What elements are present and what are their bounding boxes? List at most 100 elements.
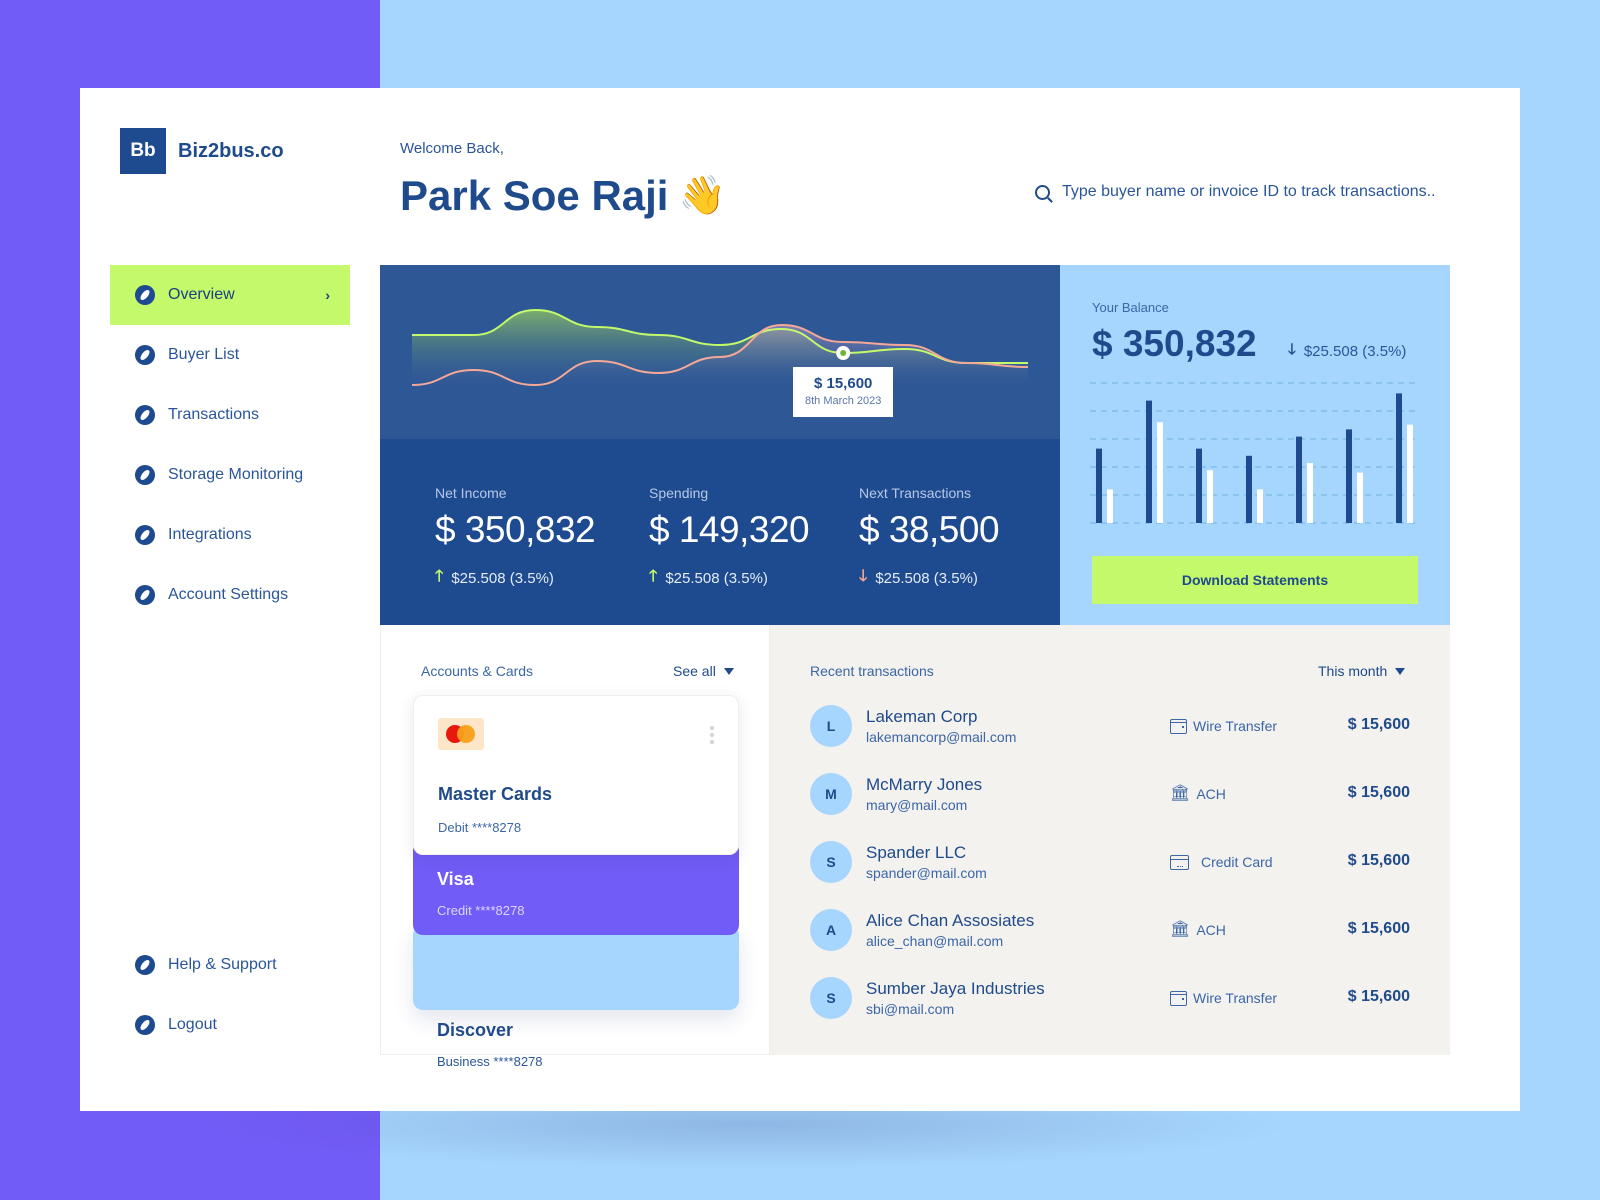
wallet-icon xyxy=(1170,990,1187,1006)
recent-title: Recent transactions xyxy=(810,663,934,679)
period-filter-dropdown[interactable]: This month xyxy=(1318,663,1406,679)
stat-net-income: Net Income $ 350,832 🡑 $25.508 (3.5%) xyxy=(435,485,649,592)
caret-down-icon xyxy=(1395,667,1406,675)
stat-value: $ 350,832 xyxy=(435,509,596,550)
brand-name: Biz2bus.co xyxy=(178,139,284,162)
sidebar-item-buyer-list[interactable]: Buyer List xyxy=(110,325,350,385)
compass-icon xyxy=(135,955,155,975)
brand-logo[interactable]: Bb Biz2bus.co xyxy=(120,128,284,174)
stat-label: Next Transactions xyxy=(859,485,972,501)
arrow-up-icon: 🡑 xyxy=(435,568,444,585)
stats-row: Net Income $ 350,832 🡑 $25.508 (3.5%) Sp… xyxy=(435,485,1059,592)
payment-method-label: ACH xyxy=(1196,922,1226,938)
bank-icon: 🏛 xyxy=(1170,785,1191,802)
see-all-label: See all xyxy=(673,663,716,679)
chevron-right-icon: › xyxy=(325,287,330,303)
highlight-point-center xyxy=(840,350,847,356)
overview-panel: $ 15,600 8th March 2023 Net Income $ 350… xyxy=(380,265,1060,625)
welcome-text: Welcome Back, xyxy=(400,140,504,157)
transaction-row[interactable]: M McMarry Jones mary@mail.com 🏛 ACH $ 15… xyxy=(810,773,1410,841)
payment-method: Wire Transfer xyxy=(1170,990,1277,1006)
bar-light xyxy=(1357,472,1363,523)
buyer-email: lakemancorp@mail.com xyxy=(866,729,1017,745)
overview-chart: $ 15,600 8th March 2023 xyxy=(380,265,1060,439)
payment-method: 🏛 ACH xyxy=(1170,785,1226,803)
sidebar-bottom-nav: Help & Support Logout xyxy=(110,935,350,1055)
compass-icon xyxy=(135,345,155,365)
sidebar-item-overview[interactable]: Overview › xyxy=(110,265,350,325)
stat-change-value: $25.508 (3.5%) xyxy=(665,570,768,587)
caret-down-icon xyxy=(723,667,734,675)
sidebar-item-transactions[interactable]: Transactions xyxy=(110,385,350,445)
sidebar-item-label: Storage Monitoring xyxy=(168,466,304,483)
wallet-icon xyxy=(1170,718,1187,734)
card-number: Credit ****8278 xyxy=(437,903,525,918)
stat-change-value: $25.508 (3.5%) xyxy=(451,570,554,587)
stat-value: $ 149,320 xyxy=(649,509,810,550)
bar-light xyxy=(1207,470,1213,523)
accounts-title: Accounts & Cards xyxy=(421,663,534,679)
payment-method-label: Credit Card xyxy=(1201,854,1273,870)
balance-panel: Your Balance $ 350,832 🡓 $25.508 (3.5%) … xyxy=(1060,265,1450,625)
bar-light xyxy=(1107,489,1113,523)
compass-icon xyxy=(135,585,155,605)
dashboard-window: Bb Biz2bus.co Overview › Buyer List Tran… xyxy=(80,88,1520,1111)
balance-change: 🡓 $25.508 (3.5%) xyxy=(1288,339,1406,364)
accounts-cards-panel: Accounts & Cards See all Discover Busine… xyxy=(380,625,770,1069)
transaction-row[interactable]: S Sumber Jaya Industries sbi@mail.com Wi… xyxy=(810,977,1410,1045)
sidebar-item-label: Account Settings xyxy=(168,586,289,603)
transaction-row[interactable]: A Alice Chan Assosiates alice_chan@mail.… xyxy=(810,909,1410,977)
sidebar-item-logout[interactable]: Logout xyxy=(110,995,350,1055)
credit-card-icon xyxy=(1170,854,1189,870)
avatar: M xyxy=(810,773,852,815)
balance-change-value: $25.508 (3.5%) xyxy=(1303,343,1407,360)
download-statements-button[interactable]: Download Statements xyxy=(1092,556,1418,604)
bar-dark xyxy=(1096,448,1102,523)
card-discover[interactable]: Discover Business ****8278 xyxy=(413,925,739,1069)
search-input[interactable] xyxy=(1062,183,1455,201)
buyer-email: spander@mail.com xyxy=(866,865,987,881)
transactions-list: L Lakeman Corp lakemancorp@mail.com Wire… xyxy=(810,705,1410,1045)
transaction-row[interactable]: L Lakeman Corp lakemancorp@mail.com Wire… xyxy=(810,705,1410,773)
buyer-name: Lakeman Corp xyxy=(866,707,978,726)
sidebar-item-storage-monitoring[interactable]: Storage Monitoring xyxy=(110,445,350,505)
payment-method-label: Wire Transfer xyxy=(1193,718,1278,734)
payment-method: Credit Card xyxy=(1170,854,1273,870)
more-options-icon[interactable] xyxy=(710,726,714,747)
transaction-row[interactable]: S Spander LLC spander@mail.com Credit Ca… xyxy=(810,841,1410,909)
buyer-email: mary@mail.com xyxy=(866,797,968,813)
transaction-amount: $ 15,600 xyxy=(1347,920,1410,937)
tooltip-date: 8th March 2023 xyxy=(804,395,882,407)
card-number: Debit ****8278 xyxy=(438,820,522,835)
sidebar-item-help-support[interactable]: Help & Support xyxy=(110,935,350,995)
payment-method: 🏛 ACH xyxy=(1170,922,1226,939)
buyer-name: McMarry Jones xyxy=(866,775,983,794)
transaction-amount: $ 15,600 xyxy=(1347,784,1410,801)
arrow-down-icon: 🡓 xyxy=(1288,341,1296,358)
stat-value: $ 38,500 xyxy=(859,509,1000,550)
buyer-name: Spander LLC xyxy=(866,843,967,862)
payment-method-label: ACH xyxy=(1196,786,1226,802)
stat-change-value: $25.508 (3.5%) xyxy=(875,570,978,587)
avatar: S xyxy=(810,977,852,1019)
bar-light xyxy=(1407,424,1413,523)
card-mastercard[interactable]: Master Cards Debit ****8278 xyxy=(413,695,739,855)
sidebar-item-integrations[interactable]: Integrations xyxy=(110,505,350,565)
sidebar-item-account-settings[interactable]: Account Settings xyxy=(110,565,350,625)
stat-change: 🡓 $25.508 (3.5%) xyxy=(859,565,1059,592)
buyer-email: sbi@mail.com xyxy=(866,1001,955,1017)
stat-next-transactions: Next Transactions $ 38,500 🡓 $25.508 (3.… xyxy=(859,485,1059,592)
compass-icon xyxy=(135,405,155,425)
logo-mark: Bb xyxy=(120,128,166,174)
period-filter-label: This month xyxy=(1318,663,1388,679)
balance-bar-chart xyxy=(1090,382,1420,524)
transaction-amount: $ 15,600 xyxy=(1347,716,1410,733)
tooltip-value: $ 15,600 xyxy=(813,375,873,392)
sidebar-item-label: Transactions xyxy=(168,406,259,423)
buyer-email: alice_chan@mail.com xyxy=(866,933,1004,949)
compass-icon xyxy=(135,525,155,545)
search-icon[interactable] xyxy=(1035,184,1050,200)
mastercard-logo-icon xyxy=(438,718,484,750)
see-all-dropdown[interactable]: See all xyxy=(673,663,734,679)
card-name: Master Cards xyxy=(438,784,553,804)
